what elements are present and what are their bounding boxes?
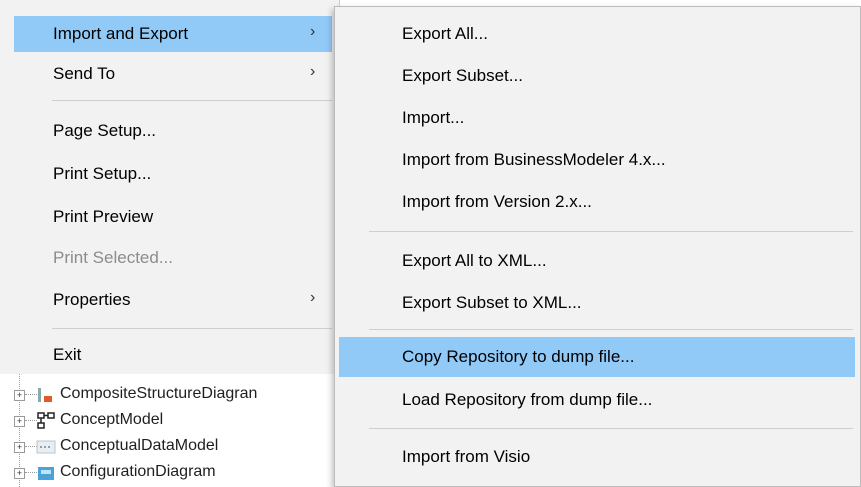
tree-node-label: ConceptualDataModel	[60, 437, 219, 454]
submenu-item-export-subset-xml[interactable]: Export Subset to XML...	[339, 283, 855, 323]
menu-item-label: Exit	[53, 345, 82, 364]
menu-item-print-selected: Print Selected...	[14, 240, 332, 276]
menu-item-send-to[interactable]: Send To ›	[14, 56, 332, 92]
submenu-item-label: Export Subset to XML...	[402, 293, 582, 312]
submenu-item-export-all[interactable]: Export All...	[339, 14, 855, 54]
menu-item-properties[interactable]: Properties ›	[14, 282, 332, 318]
submenu-separator	[369, 428, 853, 429]
menu-item-label: Print Preview	[53, 207, 154, 226]
tree-node-composite-structure-diagram[interactable]: + CompositeStructureDiagran	[0, 382, 340, 408]
configuration-diagram-icon	[38, 467, 54, 480]
menu-item-label: Import and Export	[53, 24, 189, 43]
menu-separator	[52, 328, 332, 329]
submenu-item-export-subset[interactable]: Export Subset...	[339, 56, 855, 96]
submenu-item-label: Import from Visio	[402, 447, 531, 466]
submenu-item-export-all-xml[interactable]: Export All to XML...	[339, 241, 855, 281]
submenu-item-label: Import from BusinessModeler 4.x...	[402, 150, 666, 169]
menu-item-page-setup[interactable]: Page Setup...	[14, 113, 332, 149]
file-context-menu: Import and Export › Send To › Page Setup…	[0, 0, 340, 374]
conceptual-data-model-icon	[36, 440, 56, 454]
expand-icon[interactable]: +	[14, 390, 25, 401]
submenu-item-label: Copy Repository to dump file...	[402, 347, 635, 366]
submenu-item-label: Export Subset...	[402, 66, 523, 85]
chevron-right-icon: ›	[310, 63, 316, 80]
tree-node-conceptual-data-model[interactable]: + ConceptualDataModel	[0, 434, 340, 460]
expand-icon[interactable]: +	[14, 416, 25, 427]
submenu-item-label: Import from Version 2.x...	[402, 192, 592, 211]
submenu-item-import[interactable]: Import...	[339, 98, 855, 138]
concept-model-icon	[37, 412, 55, 429]
tree-node-configuration-diagram[interactable]: + ConfigurationDiagram	[0, 460, 340, 486]
chevron-right-icon: ›	[310, 289, 316, 306]
menu-item-exit[interactable]: Exit	[14, 337, 332, 373]
menu-item-label: Print Selected...	[53, 248, 174, 267]
submenu-item-label: Import...	[402, 108, 465, 127]
menu-item-label: Page Setup...	[53, 121, 157, 140]
submenu-separator	[369, 329, 853, 330]
model-tree: + CompositeStructureDiagran + ConceptMod…	[0, 374, 340, 487]
expand-icon[interactable]: +	[14, 468, 25, 479]
menu-item-label: Properties	[53, 290, 131, 309]
submenu-item-label: Load Repository from dump file...	[402, 390, 653, 409]
submenu-separator	[369, 231, 853, 232]
tree-node-label: ConfigurationDiagram	[60, 463, 216, 480]
menu-item-label: Print Setup...	[53, 164, 152, 183]
import-export-submenu: Export All... Export Subset... Import...…	[334, 6, 861, 487]
menu-item-label: Send To	[53, 64, 116, 83]
submenu-item-copy-repository-dump[interactable]: Copy Repository to dump file...	[339, 337, 855, 377]
menu-item-import-and-export[interactable]: Import and Export ›	[14, 16, 332, 52]
submenu-item-import-version-2[interactable]: Import from Version 2.x...	[339, 182, 855, 222]
composite-structure-diagram-icon	[38, 388, 52, 402]
menu-item-print-preview[interactable]: Print Preview	[14, 199, 332, 235]
submenu-item-import-visio[interactable]: Import from Visio	[339, 437, 855, 477]
menu-item-print-setup[interactable]: Print Setup...	[14, 156, 332, 192]
chevron-right-icon: ›	[310, 23, 316, 40]
tree-node-concept-model[interactable]: + ConceptModel	[0, 408, 340, 434]
submenu-item-label: Export All to XML...	[402, 251, 547, 270]
submenu-item-load-repository-dump[interactable]: Load Repository from dump file...	[339, 380, 855, 420]
submenu-item-import-businessmodeler[interactable]: Import from BusinessModeler 4.x...	[339, 140, 855, 180]
tree-node-label: CompositeStructureDiagran	[60, 385, 258, 402]
menu-separator	[52, 100, 332, 101]
submenu-item-label: Export All...	[402, 24, 488, 43]
tree-node-label: ConceptModel	[60, 411, 164, 428]
expand-icon[interactable]: +	[14, 442, 25, 453]
